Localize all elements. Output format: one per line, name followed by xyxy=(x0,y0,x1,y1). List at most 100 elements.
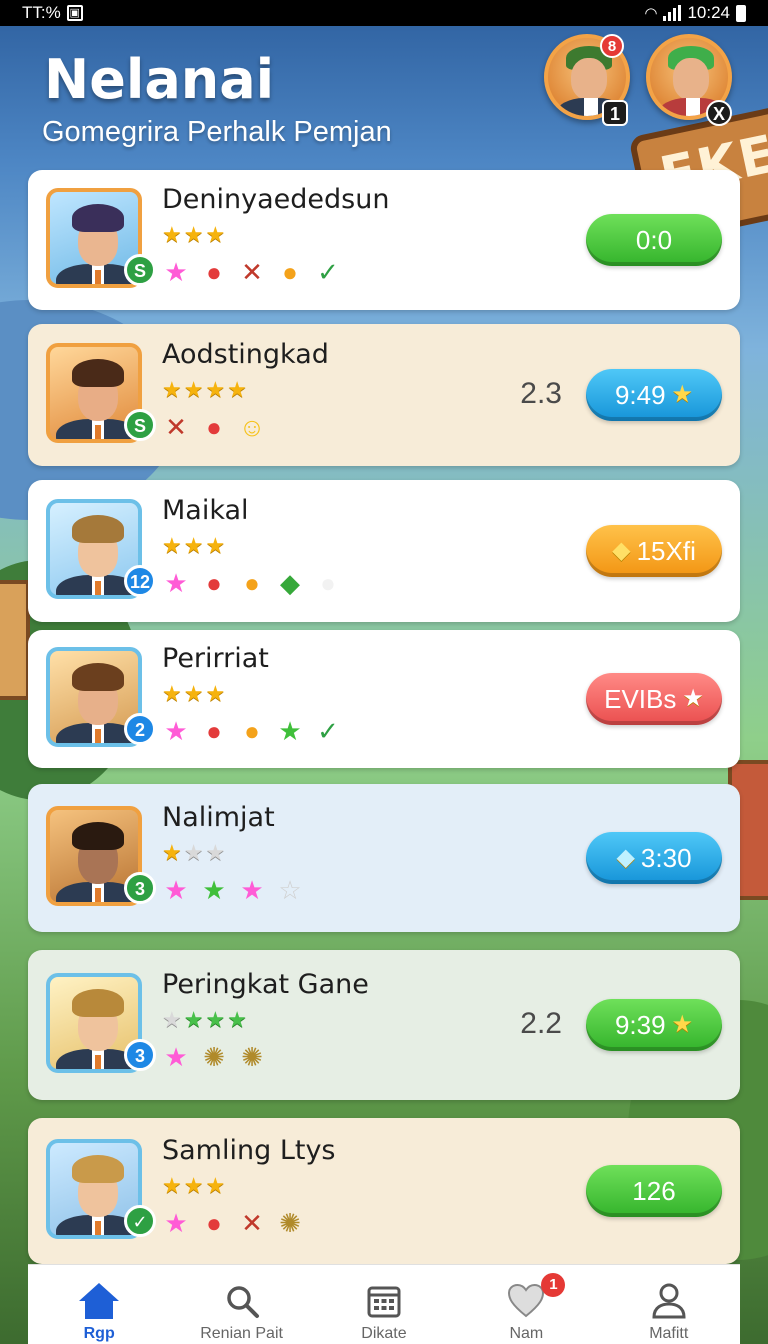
signal-icon xyxy=(663,5,682,21)
score-text: 2.2 xyxy=(520,1007,562,1040)
player-card[interactable]: S Aodstingkad ★ ★ ★ ★ ✕ ● ☺ 2.3 9:49 ★ xyxy=(28,324,740,466)
item-icon: ★ xyxy=(202,875,226,905)
nav-item-calendar[interactable]: Dikate xyxy=(319,1281,449,1343)
star-icon: ★ xyxy=(162,377,182,402)
item-icon: ✺ xyxy=(203,1042,225,1072)
action-button-label: 9:49 xyxy=(614,380,666,410)
calendar-icon xyxy=(366,1281,402,1321)
player-card[interactable]: ✓ Samling Ltys ★ ★ ★ ★ ● ✕ ✺ 126 xyxy=(28,1118,740,1264)
star-icon: ★ xyxy=(205,1173,226,1198)
item-icon: ✺ xyxy=(279,1208,301,1238)
item-icon: ★ xyxy=(278,716,302,746)
star-rating: ★ ★ ★ xyxy=(162,681,225,707)
app-subtitle: Gomegrira Perhalk Pemjan xyxy=(42,116,392,148)
item-icon: ★ xyxy=(164,1042,188,1072)
item-icon: ● xyxy=(206,568,222,598)
item-icon: ● xyxy=(282,257,298,287)
star-icon: ★ xyxy=(183,533,204,558)
star-icon: ★ xyxy=(183,1007,204,1032)
item-icon: ● xyxy=(320,568,336,598)
player-card[interactable]: S Deninyaededsun ★ ★ ★ ★ ● ✕ ● ✓ 0:0 xyxy=(28,170,740,310)
level-badge: 3 xyxy=(124,872,156,904)
notification-badge: 8 xyxy=(600,34,624,58)
star-icon: ★ xyxy=(671,1011,694,1038)
star-icon: ★ xyxy=(205,681,226,706)
action-button[interactable]: ◆ 3:30 xyxy=(586,832,722,884)
nav-item-home[interactable]: Rgp xyxy=(34,1281,164,1343)
star-icon: ★ xyxy=(183,377,204,402)
level-badge: ✓ xyxy=(124,1205,156,1237)
star-icon: ★ xyxy=(227,1007,247,1032)
player-card[interactable]: 3 Peringkat Gane ★ ★ ★ ★ ★ ✺ ✺ 2.2 9:39 ★ xyxy=(28,950,740,1100)
action-button-label: EVIBs xyxy=(604,684,677,714)
player-name: Maikal xyxy=(162,495,249,526)
star-icon: ★ xyxy=(162,681,182,706)
status-time: 10:24 xyxy=(687,3,730,22)
star-rating: ★ ★ ★ xyxy=(162,222,225,248)
star-icon: ★ xyxy=(162,1007,182,1032)
level-badge: 2 xyxy=(124,713,156,745)
star-icon: ★ xyxy=(183,840,204,865)
nav-item-favorites[interactable]: 1 Nam xyxy=(461,1273,591,1343)
item-icon: ✓ xyxy=(317,716,339,746)
home-icon xyxy=(77,1281,121,1321)
action-button[interactable]: 126 xyxy=(586,1165,722,1217)
player-name: Nalimjat xyxy=(162,802,275,833)
search-icon xyxy=(224,1281,260,1321)
star-rating: ★ ★ ★ xyxy=(162,533,225,559)
level-badge: 3 xyxy=(124,1039,156,1071)
star-rating: ★ ★ ★ ★ xyxy=(162,1007,247,1033)
star-rating: ★ ★ ★ xyxy=(162,840,225,866)
level-badge: S xyxy=(124,254,156,286)
header: Nelanai Gomegrira Perhalk Pemjan 8 1 X xyxy=(0,26,768,166)
item-row: ★ ★ ★ ☆ xyxy=(160,874,306,906)
item-icon: ✺ xyxy=(241,1042,263,1072)
action-button[interactable]: 0:0 xyxy=(586,214,722,266)
item-icon: ☺ xyxy=(238,412,266,442)
star-icon: ★ xyxy=(183,681,204,706)
star-icon: ★ xyxy=(227,377,247,402)
action-button[interactable]: 9:49 ★ xyxy=(586,369,722,421)
item-row: ★ ● ✕ ✺ xyxy=(160,1207,306,1239)
player-card[interactable]: 3 Nalimjat ★ ★ ★ ★ ★ ★ ☆ ◆ 3:30 xyxy=(28,784,740,932)
item-icon: ★ xyxy=(164,875,188,905)
score-text: 2.3 xyxy=(520,377,562,410)
item-icon: ● xyxy=(244,716,260,746)
player-name: Samling Ltys xyxy=(162,1135,336,1166)
nav-label-calendar: Dikate xyxy=(361,1325,407,1342)
star-icon: ★ xyxy=(205,1007,226,1032)
star-icon: ★ xyxy=(162,533,182,558)
action-button[interactable]: ◆ 15Xfi xyxy=(586,525,722,577)
item-row: ★ ● ● ★ ✓ xyxy=(160,715,344,747)
star-icon: ★ xyxy=(162,1173,182,1198)
gem-icon: ◆ xyxy=(616,844,635,871)
player-name: Aodstingkad xyxy=(162,339,329,370)
star-icon: ★ xyxy=(205,377,226,402)
nav-item-search[interactable]: Renian Pait xyxy=(177,1281,307,1343)
star-icon: ★ xyxy=(162,840,182,865)
nav-label-profile: Mafitt xyxy=(649,1325,689,1342)
item-icon: ★ xyxy=(164,257,188,287)
player-name: Peringkat Gane xyxy=(162,969,369,1000)
item-icon: ● xyxy=(206,1208,222,1238)
item-icon: ★ xyxy=(164,1208,188,1238)
action-button[interactable]: EVIBs ★ xyxy=(586,673,722,725)
action-button[interactable]: 9:39 ★ xyxy=(586,999,722,1051)
nav-item-profile[interactable]: Mafitt xyxy=(604,1281,734,1343)
item-icon: ● xyxy=(244,568,260,598)
action-button-label: 126 xyxy=(632,1176,676,1206)
item-icon: ✓ xyxy=(317,257,339,287)
avatar-badge-2: X xyxy=(706,100,732,126)
player-card[interactable]: 12 Maikal ★ ★ ★ ★ ● ● ◆ ● ◆ 15Xfi xyxy=(28,480,740,622)
level-badge: 12 xyxy=(124,565,156,597)
item-row: ★ ✺ ✺ xyxy=(160,1041,268,1073)
battery-icon xyxy=(736,4,746,22)
star-icon: ★ xyxy=(671,381,694,408)
player-name: Deninyaededsun xyxy=(162,184,390,215)
item-icon: ☆ xyxy=(278,875,302,905)
player-card[interactable]: 2 Perirriat ★ ★ ★ ★ ● ● ★ ✓ EVIBs ★ xyxy=(28,630,740,768)
image-icon: ▣ xyxy=(66,5,83,21)
action-button-label: 0:0 xyxy=(635,225,673,255)
action-button-label: 15Xfi xyxy=(636,536,696,566)
profile-icon xyxy=(652,1281,686,1321)
